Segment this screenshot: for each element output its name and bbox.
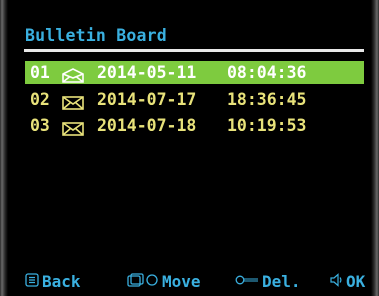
list-item[interactable]: 02 2014-07-17 18:36:45 (25, 88, 364, 111)
list-item[interactable]: 01 2014-05-11 08:04:36 (25, 61, 364, 84)
menu-icon (25, 272, 42, 292)
envelope-closed-icon (62, 119, 84, 142)
envelope-open-icon (62, 66, 84, 89)
message-date: 2014-05-11 (97, 63, 197, 82)
envelope-closed-icon (62, 93, 84, 116)
delete-button[interactable]: Del. (235, 272, 301, 292)
message-time: 18:36:45 (227, 90, 307, 109)
softkey-bar: Back Move Del. OK (25, 272, 370, 292)
back-button[interactable]: Back (25, 272, 81, 292)
rotary-knob-icon (127, 272, 162, 292)
speaker-icon (329, 272, 346, 292)
message-time: 10:19:53 (227, 116, 307, 135)
move-button[interactable]: Move (127, 272, 201, 292)
message-date: 2014-07-18 (97, 116, 197, 135)
list-item[interactable]: 03 2014-07-18 10:19:53 (25, 114, 364, 137)
title-divider (24, 49, 364, 52)
message-date: 2014-07-17 (97, 90, 197, 109)
message-index: 01 (30, 63, 50, 82)
page-title: Bulletin Board (25, 26, 167, 45)
move-label: Move (162, 272, 201, 291)
ok-label: OK (346, 272, 366, 291)
message-time: 08:04:36 (227, 63, 307, 82)
key-icon (235, 272, 262, 292)
back-label: Back (42, 272, 81, 291)
message-index: 03 (30, 116, 50, 135)
delete-label: Del. (262, 272, 301, 291)
ok-button[interactable]: OK (329, 272, 365, 292)
message-index: 02 (30, 90, 50, 109)
